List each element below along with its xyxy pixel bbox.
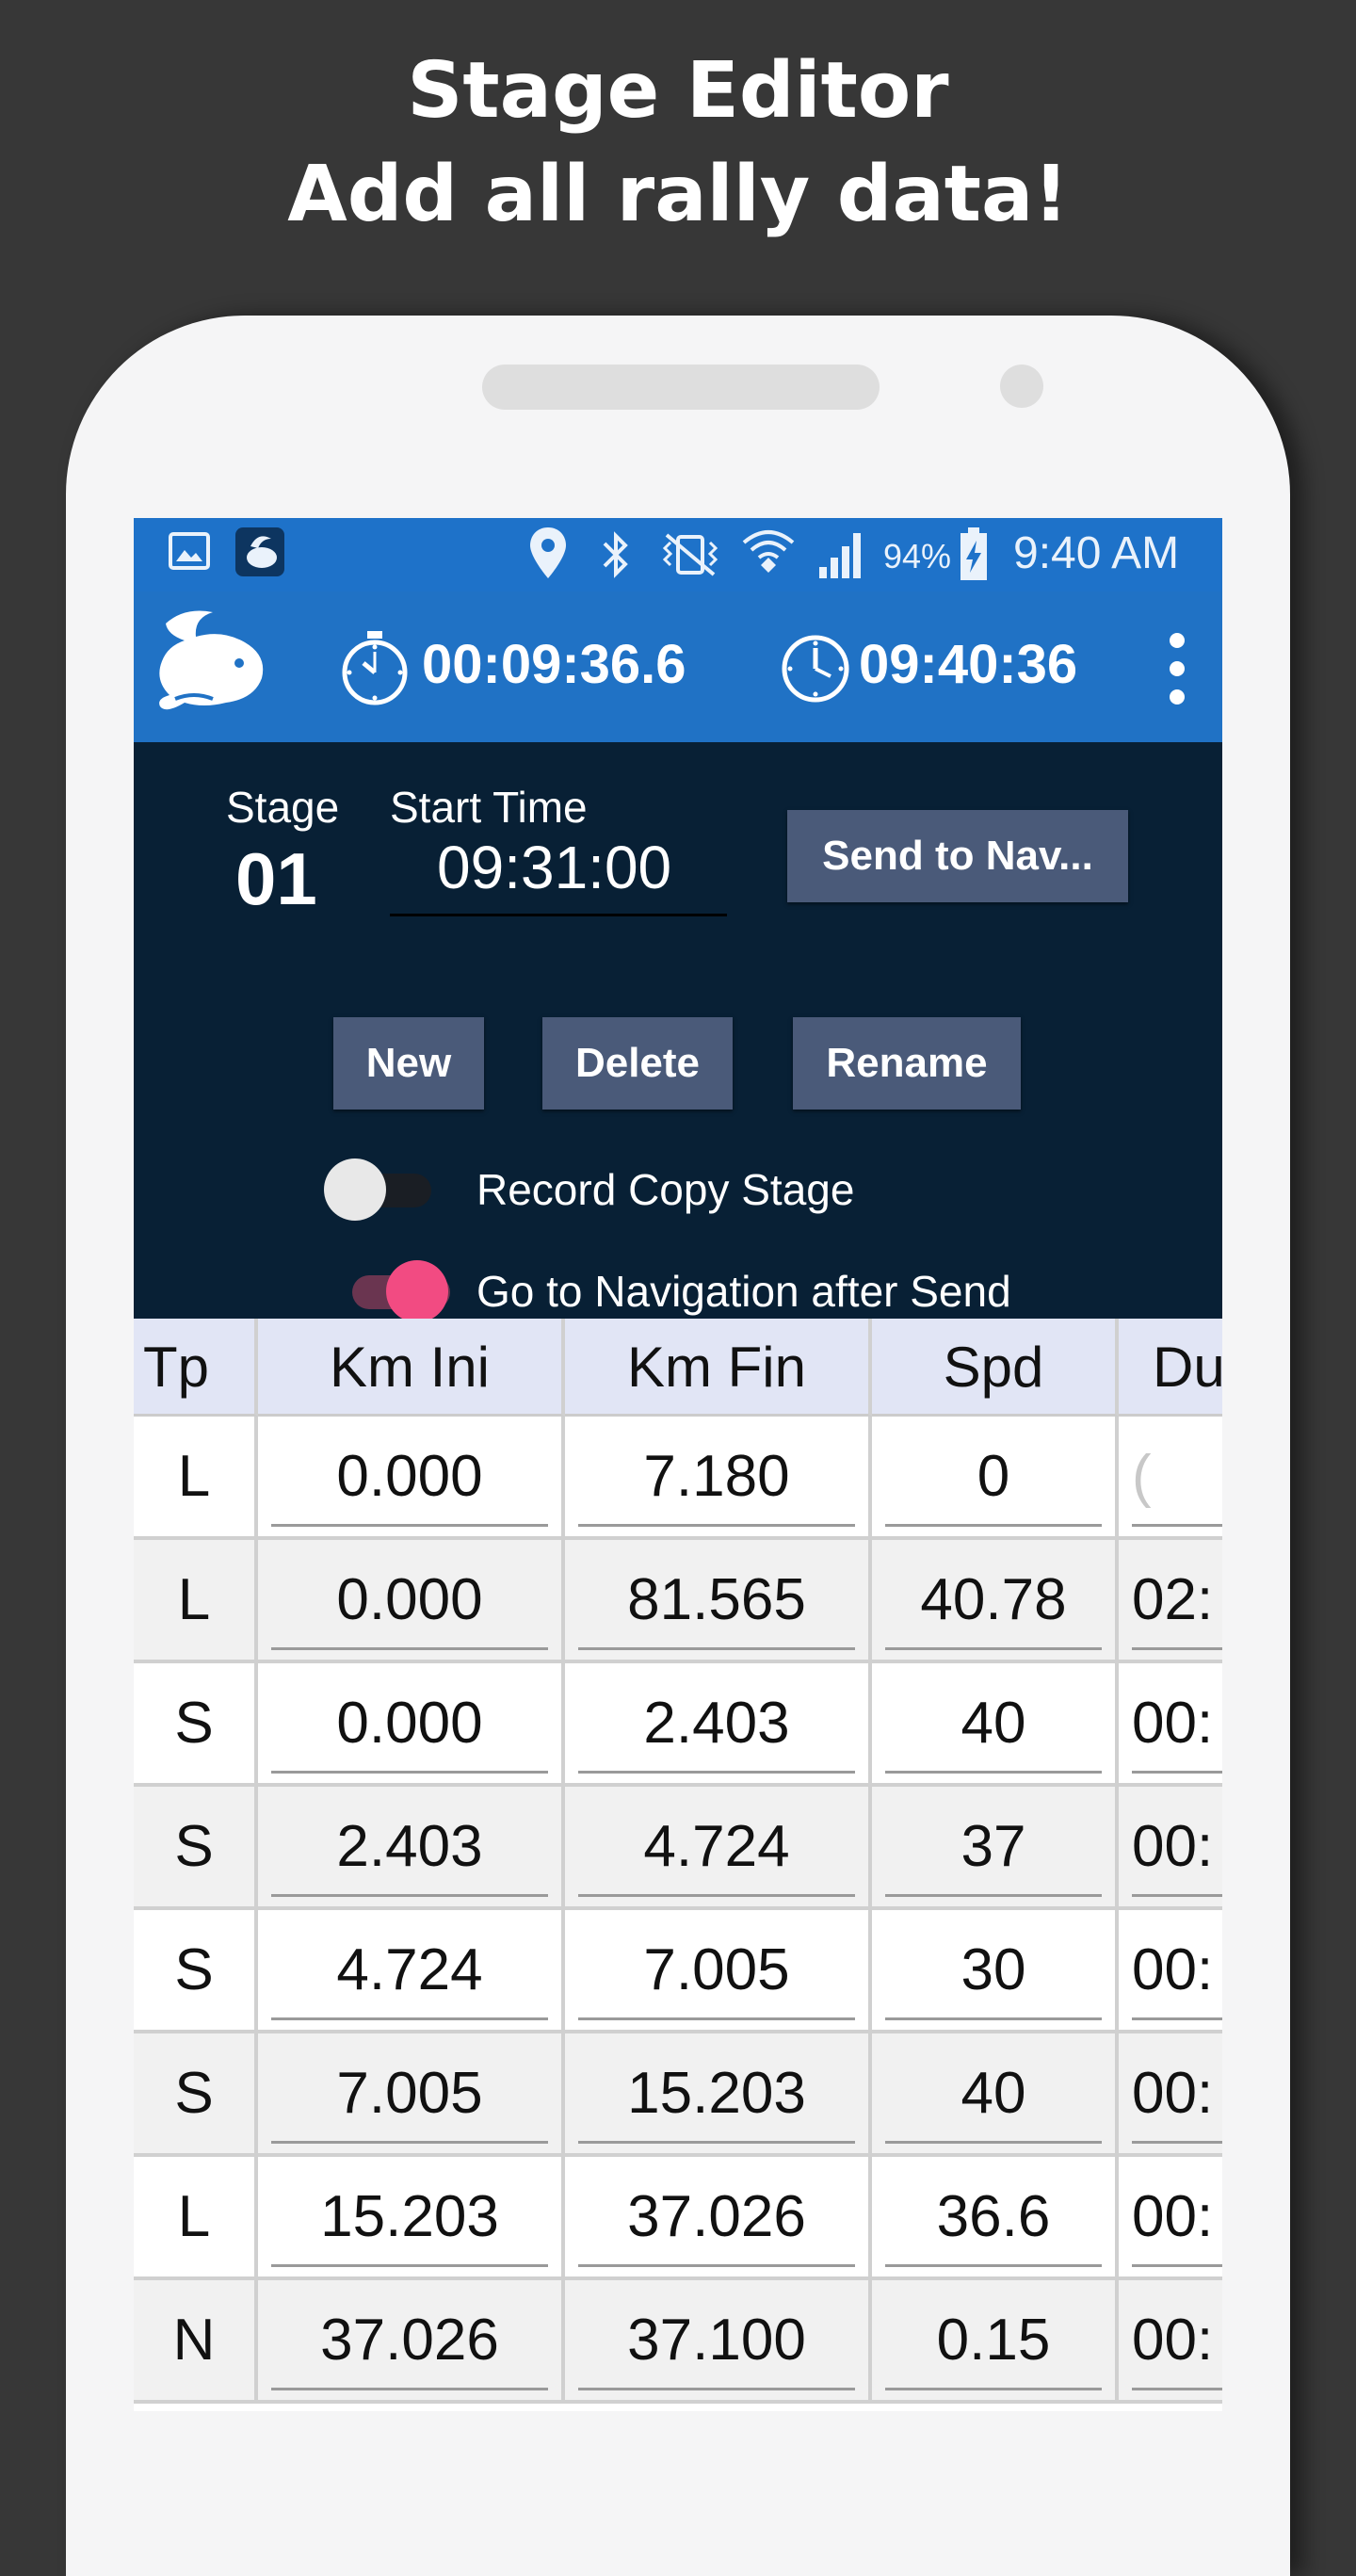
table-row: L 0.000 81.565 40.78 02: (134, 1540, 1222, 1663)
more-vert-icon[interactable] (1156, 629, 1198, 708)
cell-tp: S (134, 1910, 258, 2030)
cell-km-fin[interactable]: 7.005 (565, 1910, 872, 2030)
cell-spd[interactable]: 40 (872, 2033, 1119, 2153)
cell-spd[interactable]: 36.6 (872, 2157, 1119, 2276)
cell-tp: N (134, 2280, 258, 2400)
cell-km-fin[interactable]: 37.100 (565, 2280, 872, 2400)
send-to-nav-button[interactable]: Send to Nav... (787, 810, 1128, 902)
cell-du[interactable]: 00: (1119, 2157, 1222, 2276)
cell-du[interactable]: ( (1119, 1417, 1222, 1536)
table-row: S 7.005 15.203 40 00: (134, 2033, 1222, 2157)
cell-du[interactable]: 00: (1119, 2280, 1222, 2400)
header-tp: Tp (134, 1319, 258, 1417)
stage-panel: Stage 01 Start Time 09:31:00 Send to Nav… (134, 742, 1222, 1322)
battery-charging-icon (959, 527, 989, 586)
phone-speaker (482, 365, 880, 410)
location-icon (527, 526, 569, 584)
table-row: N 37.026 37.100 0.15 00: (134, 2280, 1222, 2404)
phone-camera (1000, 365, 1043, 408)
header-spd: Spd (872, 1319, 1119, 1417)
stage-label: Stage (226, 783, 340, 832)
start-time-underline (390, 914, 727, 916)
signal-icon (817, 529, 868, 584)
cell-du[interactable]: 02: (1119, 1540, 1222, 1660)
cell-spd[interactable]: 37 (872, 1787, 1119, 1906)
header-km-fin: Km Fin (565, 1319, 872, 1417)
header-km-ini: Km Ini (258, 1319, 565, 1417)
cell-km-ini[interactable]: 37.026 (258, 2280, 565, 2400)
cell-km-fin[interactable]: 37.026 (565, 2157, 872, 2276)
start-time-label: Start Time (390, 783, 588, 832)
stage-number[interactable]: 01 (235, 836, 317, 922)
start-time-input[interactable]: 09:31:00 (437, 833, 671, 902)
table-row: L 15.203 37.026 36.6 00: (134, 2157, 1222, 2280)
cell-km-fin[interactable]: 81.565 (565, 1540, 872, 1660)
cell-tp: S (134, 1663, 258, 1783)
vibrate-icon (657, 531, 723, 582)
battery-percent: 94% (883, 537, 952, 575)
cell-tp: L (134, 1540, 258, 1660)
cell-km-ini[interactable]: 0.000 (258, 1540, 565, 1660)
cell-km-fin[interactable]: 2.403 (565, 1663, 872, 1783)
new-button[interactable]: New (333, 1017, 484, 1110)
cell-km-fin[interactable]: 7.180 (565, 1417, 872, 1536)
cell-tp: S (134, 2033, 258, 2153)
clock-time: 09:40:36 (859, 634, 1078, 695)
cell-km-ini[interactable]: 15.203 (258, 2157, 565, 2276)
app-notification-icon (234, 526, 286, 582)
clock-icon (780, 633, 851, 708)
table-row: S 0.000 2.403 40 00: (134, 1663, 1222, 1787)
cell-du[interactable]: 00: (1119, 1663, 1222, 1783)
app-bar: 00:09:36.6 09:40:36 (134, 591, 1222, 742)
cell-km-ini[interactable]: 7.005 (258, 2033, 565, 2153)
table-row: L 0.000 7.180 0( (134, 1417, 1222, 1540)
promo-title: Stage Editor (407, 46, 949, 136)
cell-du[interactable]: 00: (1119, 1910, 1222, 2030)
cell-spd[interactable]: 40.78 (872, 1540, 1119, 1660)
header-du: Du (1119, 1319, 1222, 1417)
cell-spd[interactable]: 40 (872, 1663, 1119, 1783)
image-icon (168, 529, 211, 576)
rename-button[interactable]: Rename (793, 1017, 1021, 1110)
delete-button[interactable]: Delete (542, 1017, 733, 1110)
record-copy-label: Record Copy Stage (476, 1165, 855, 1214)
rabbit-logo (147, 605, 269, 731)
cell-spd[interactable]: 0 (872, 1417, 1119, 1536)
wifi-icon (740, 524, 797, 584)
stopwatch-icon (339, 629, 411, 710)
table-row: S 4.724 7.005 30 00: (134, 1910, 1222, 2033)
cell-km-fin[interactable]: 4.724 (565, 1787, 872, 1906)
cell-tp: S (134, 1787, 258, 1906)
promo-subtitle: Add all rally data! (287, 150, 1069, 239)
cell-spd[interactable]: 0.15 (872, 2280, 1119, 2400)
cell-km-ini[interactable]: 0.000 (258, 1663, 565, 1783)
status-bar: 94% 9:40 AM (134, 518, 1222, 591)
cell-du[interactable]: 00: (1119, 1787, 1222, 1906)
stopwatch-time: 00:09:36.6 (422, 634, 686, 695)
bluetooth-icon (599, 529, 633, 584)
go-nav-label: Go to Navigation after Send (476, 1267, 1011, 1316)
cell-km-fin[interactable]: 15.203 (565, 2033, 872, 2153)
cell-km-ini[interactable]: 4.724 (258, 1910, 565, 2030)
app-screen: 94% 9:40 AM 00:09:36.6 09:40:36 Stage 01… (134, 518, 1222, 2411)
cell-spd[interactable]: 30 (872, 1910, 1119, 2030)
cell-du[interactable]: 00: (1119, 2033, 1222, 2153)
cell-km-ini[interactable]: 2.403 (258, 1787, 565, 1906)
cell-tp: L (134, 2157, 258, 2276)
cell-tp: L (134, 1417, 258, 1536)
status-time: 9:40 AM (1013, 528, 1180, 578)
cell-km-ini[interactable]: 0.000 (258, 1417, 565, 1536)
table-row: S 2.403 4.724 37 00: (134, 1787, 1222, 1910)
